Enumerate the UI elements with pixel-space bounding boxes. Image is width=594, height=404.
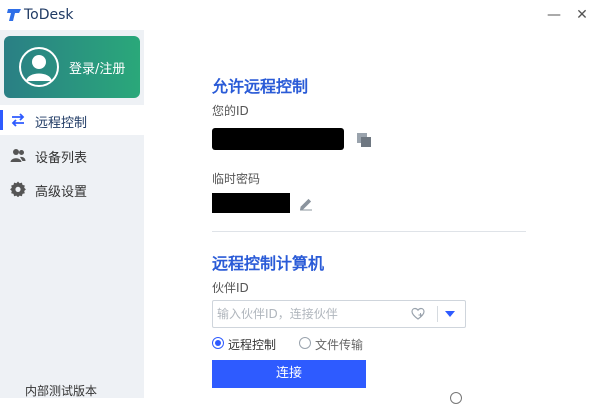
- your-id-label: 您的ID: [212, 104, 249, 118]
- users-icon: [10, 149, 26, 162]
- radio-label: 文件传输: [315, 338, 364, 352]
- todesk-logo-icon: [7, 9, 21, 21]
- partner-id-input[interactable]: [213, 301, 407, 327]
- copy-icon[interactable]: [356, 132, 372, 148]
- sidebar-item-remote-control[interactable]: 远程控制: [0, 105, 144, 135]
- connect-button[interactable]: 连接: [212, 360, 366, 388]
- sidebar-item-label: 高级设置: [35, 185, 88, 200]
- sidebar: 登录/注册 远程控制 设备列表 高级设置 内部测试版本: [0, 30, 144, 398]
- avatar-icon: [19, 47, 59, 87]
- login-card[interactable]: 登录/注册: [4, 36, 140, 98]
- title-bar: ToDesk — ✕: [0, 0, 594, 30]
- gear-icon: [10, 181, 26, 197]
- version-label: 内部测试版本: [25, 384, 98, 398]
- active-indicator: [0, 110, 3, 130]
- sidebar-item-device-list[interactable]: 设备列表: [0, 140, 144, 170]
- radio-circle[interactable]: [212, 337, 224, 349]
- partner-id-field[interactable]: [212, 300, 466, 328]
- sidebar-item-label: 设备列表: [35, 151, 88, 166]
- sidebar-item-advanced-settings[interactable]: 高级设置: [0, 174, 144, 204]
- close-button[interactable]: ✕: [572, 5, 592, 25]
- favorite-heart-icon[interactable]: [411, 307, 425, 321]
- redacted-temp-password: [212, 193, 290, 213]
- login-register-label: 登录/注册: [69, 62, 126, 77]
- redacted-device-id: [212, 128, 344, 150]
- section-divider: [212, 231, 526, 232]
- sidebar-item-label: 远程控制: [35, 116, 88, 131]
- partner-id-label: 伙伴ID: [212, 281, 249, 295]
- radio-label: 远程控制: [228, 338, 277, 352]
- temp-password-label: 临时密码: [212, 172, 261, 186]
- remote-control-computer-title: 远程控制计算机: [212, 254, 325, 273]
- radio-circle[interactable]: [299, 337, 311, 349]
- partial-help-icon[interactable]: [450, 392, 462, 404]
- input-separator: [437, 306, 438, 322]
- allow-remote-control-title: 允许远程控制: [212, 77, 309, 96]
- chevron-down-icon[interactable]: [445, 311, 455, 317]
- minimize-button[interactable]: —: [544, 5, 564, 25]
- swap-arrows-icon: [11, 113, 25, 127]
- edit-pencil-icon[interactable]: [298, 196, 314, 212]
- app-title: ToDesk: [24, 7, 74, 23]
